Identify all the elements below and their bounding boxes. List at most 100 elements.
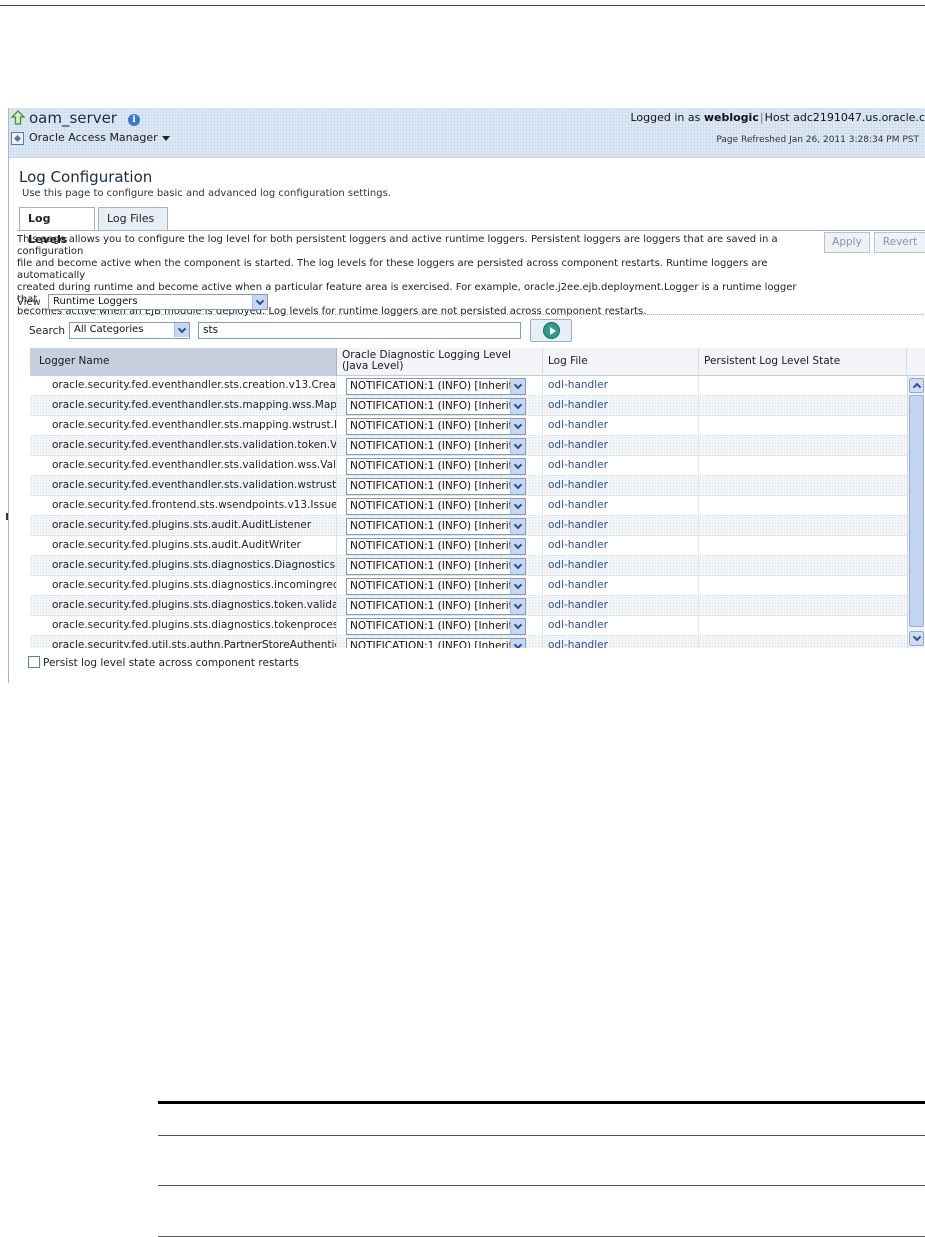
log-file-link[interactable]: odl-handler bbox=[543, 616, 699, 636]
persistent-state-cell bbox=[699, 456, 907, 476]
log-level-value: NOTIFICATION:1 (INFO) [Inherit bbox=[350, 620, 513, 632]
log-level-value: NOTIFICATION:1 (INFO) [Inherit bbox=[350, 640, 513, 648]
persistent-state-cell bbox=[699, 576, 907, 596]
go-icon bbox=[543, 322, 560, 339]
description-line: This page allows you to configure the lo… bbox=[17, 234, 778, 257]
log-file-link[interactable]: odl-handler bbox=[543, 576, 699, 596]
table-header: Logger Name Oracle Diagnostic Logging Le… bbox=[30, 348, 925, 376]
log-level-value: NOTIFICATION:1 (INFO) [Inherit bbox=[350, 580, 513, 592]
log-level-select[interactable]: NOTIFICATION:1 (INFO) [Inherit bbox=[346, 598, 526, 615]
level-cell: NOTIFICATION:1 (INFO) [Inherit bbox=[337, 396, 543, 416]
table-row: oracle.security.fed.plugins.sts.audit.Au… bbox=[30, 536, 907, 556]
level-cell: NOTIFICATION:1 (INFO) [Inherit bbox=[337, 456, 543, 476]
table-row: oracle.security.fed.eventhandler.sts.val… bbox=[30, 436, 907, 456]
persistent-state-cell bbox=[699, 496, 907, 516]
log-file-link[interactable]: odl-handler bbox=[543, 516, 699, 536]
persistent-state-cell bbox=[699, 596, 907, 616]
logger-name-cell: oracle.security.fed.plugins.sts.diagnost… bbox=[30, 556, 337, 576]
chevron-down-icon bbox=[510, 419, 525, 434]
log-level-select[interactable]: NOTIFICATION:1 (INFO) [Inherit bbox=[346, 518, 526, 535]
revert-button[interactable]: Revert bbox=[874, 232, 925, 253]
search-category-select[interactable]: All Categories bbox=[69, 322, 190, 339]
log-level-select[interactable]: NOTIFICATION:1 (INFO) [Inherit bbox=[346, 438, 526, 455]
log-level-value: NOTIFICATION:1 (INFO) [Inherit bbox=[350, 540, 513, 552]
logger-name-cell: oracle.security.fed.plugins.sts.audit.Au… bbox=[30, 536, 337, 556]
target-menu-icon[interactable] bbox=[11, 132, 24, 145]
log-file-link[interactable]: odl-handler bbox=[543, 496, 699, 516]
log-file-link[interactable]: odl-handler bbox=[543, 456, 699, 476]
tab-log-levels[interactable]: Log Levels bbox=[19, 207, 95, 246]
chevron-down-icon bbox=[510, 579, 525, 594]
divider bbox=[17, 314, 925, 315]
apply-button[interactable]: Apply bbox=[824, 232, 870, 253]
logger-name-cell: oracle.security.fed.eventhandler.sts.map… bbox=[30, 396, 337, 416]
table-scrollbar[interactable] bbox=[907, 376, 924, 648]
log-file-link[interactable]: odl-handler bbox=[543, 636, 699, 648]
log-file-link[interactable]: odl-handler bbox=[543, 536, 699, 556]
scroll-down-icon[interactable] bbox=[909, 631, 924, 646]
logger-name-cell: oracle.security.fed.eventhandler.sts.cre… bbox=[30, 376, 337, 396]
column-header-persistent-state[interactable]: Persistent Log Level State bbox=[699, 348, 907, 376]
target-header: oam_server i Oracle Access Manager Logge… bbox=[9, 108, 925, 158]
search-go-button[interactable] bbox=[530, 319, 572, 342]
chevron-down-icon bbox=[252, 295, 267, 309]
log-level-select[interactable]: NOTIFICATION:1 (INFO) [Inherit bbox=[346, 418, 526, 435]
empty-table-row-rule bbox=[158, 1135, 925, 1136]
persist-option[interactable]: Persist log level state across component… bbox=[28, 656, 299, 669]
page-title: Log Configuration bbox=[19, 168, 153, 186]
column-header-odl-level[interactable]: Oracle Diagnostic Logging Level (Java Le… bbox=[337, 348, 543, 376]
view-select[interactable]: Runtime Loggers bbox=[48, 294, 268, 310]
target-menu[interactable]: Oracle Access Manager bbox=[29, 131, 170, 144]
log-level-select[interactable]: NOTIFICATION:1 (INFO) [Inherit bbox=[346, 618, 526, 635]
column-header-log-file[interactable]: Log File bbox=[543, 348, 699, 376]
table-row: oracle.security.fed.frontend.sts.wsendpo… bbox=[30, 496, 907, 516]
chevron-down-icon bbox=[161, 135, 170, 141]
host-prefix: Host bbox=[764, 111, 790, 124]
log-level-value: NOTIFICATION:1 (INFO) [Inherit bbox=[350, 600, 513, 612]
log-file-link[interactable]: odl-handler bbox=[543, 416, 699, 436]
page-top-rule bbox=[0, 5, 925, 6]
log-file-link[interactable]: odl-handler bbox=[543, 596, 699, 616]
level-cell: NOTIFICATION:1 (INFO) [Inherit bbox=[337, 636, 543, 648]
scroll-up-icon[interactable] bbox=[909, 378, 924, 393]
log-level-select[interactable]: NOTIFICATION:1 (INFO) [Inherit bbox=[346, 558, 526, 575]
log-level-value: NOTIFICATION:1 (INFO) [Inherit bbox=[350, 440, 513, 452]
log-level-select[interactable]: NOTIFICATION:1 (INFO) [Inherit bbox=[346, 638, 526, 648]
chevron-down-icon bbox=[510, 519, 525, 534]
log-level-select[interactable]: NOTIFICATION:1 (INFO) [Inherit bbox=[346, 478, 526, 495]
up-arrow-icon[interactable] bbox=[11, 110, 25, 125]
log-level-value: NOTIFICATION:1 (INFO) [Inherit bbox=[350, 460, 513, 472]
log-file-link[interactable]: odl-handler bbox=[543, 436, 699, 456]
log-file-link[interactable]: odl-handler bbox=[543, 396, 699, 416]
log-level-select[interactable]: NOTIFICATION:1 (INFO) [Inherit bbox=[346, 538, 526, 555]
log-level-select[interactable]: NOTIFICATION:1 (INFO) [Inherit bbox=[346, 398, 526, 415]
level-cell: NOTIFICATION:1 (INFO) [Inherit bbox=[337, 516, 543, 536]
logger-name-cell: oracle.security.fed.eventhandler.sts.map… bbox=[30, 416, 337, 436]
table-row: oracle.security.fed.eventhandler.sts.map… bbox=[30, 416, 907, 436]
log-level-select[interactable]: NOTIFICATION:1 (INFO) [Inherit bbox=[346, 378, 526, 395]
persistent-state-cell bbox=[699, 476, 907, 496]
table-row: oracle.security.fed.eventhandler.sts.val… bbox=[30, 456, 907, 476]
level-cell: NOTIFICATION:1 (INFO) [Inherit bbox=[337, 576, 543, 596]
chevron-down-icon bbox=[510, 539, 525, 554]
log-level-select[interactable]: NOTIFICATION:1 (INFO) [Inherit bbox=[346, 578, 526, 595]
log-file-link[interactable]: odl-handler bbox=[543, 556, 699, 576]
empty-table-top-rule bbox=[158, 1101, 925, 1104]
log-level-select[interactable]: NOTIFICATION:1 (INFO) [Inherit bbox=[346, 458, 526, 475]
search-input[interactable]: sts bbox=[198, 322, 521, 339]
log-level-select[interactable]: NOTIFICATION:1 (INFO) [Inherit bbox=[346, 498, 526, 515]
persistent-state-cell bbox=[699, 636, 907, 648]
persist-checkbox[interactable] bbox=[28, 656, 40, 668]
chevron-down-icon bbox=[510, 459, 525, 474]
scroll-thumb[interactable] bbox=[909, 395, 924, 627]
log-file-link[interactable]: odl-handler bbox=[543, 376, 699, 396]
logged-in-prefix: Logged in as bbox=[630, 111, 701, 124]
log-file-link[interactable]: odl-handler bbox=[543, 476, 699, 496]
persistent-state-cell bbox=[699, 396, 907, 416]
info-icon[interactable]: i bbox=[128, 114, 140, 126]
column-header-logger-name[interactable]: Logger Name bbox=[30, 348, 337, 376]
page-refreshed: Page Refreshed Jan 26, 2011 3:28:34 PM P… bbox=[716, 135, 919, 145]
log-level-value: NOTIFICATION:1 (INFO) [Inherit bbox=[350, 560, 513, 572]
tab-log-files[interactable]: Log Files bbox=[98, 207, 168, 230]
level-cell: NOTIFICATION:1 (INFO) [Inherit bbox=[337, 556, 543, 576]
